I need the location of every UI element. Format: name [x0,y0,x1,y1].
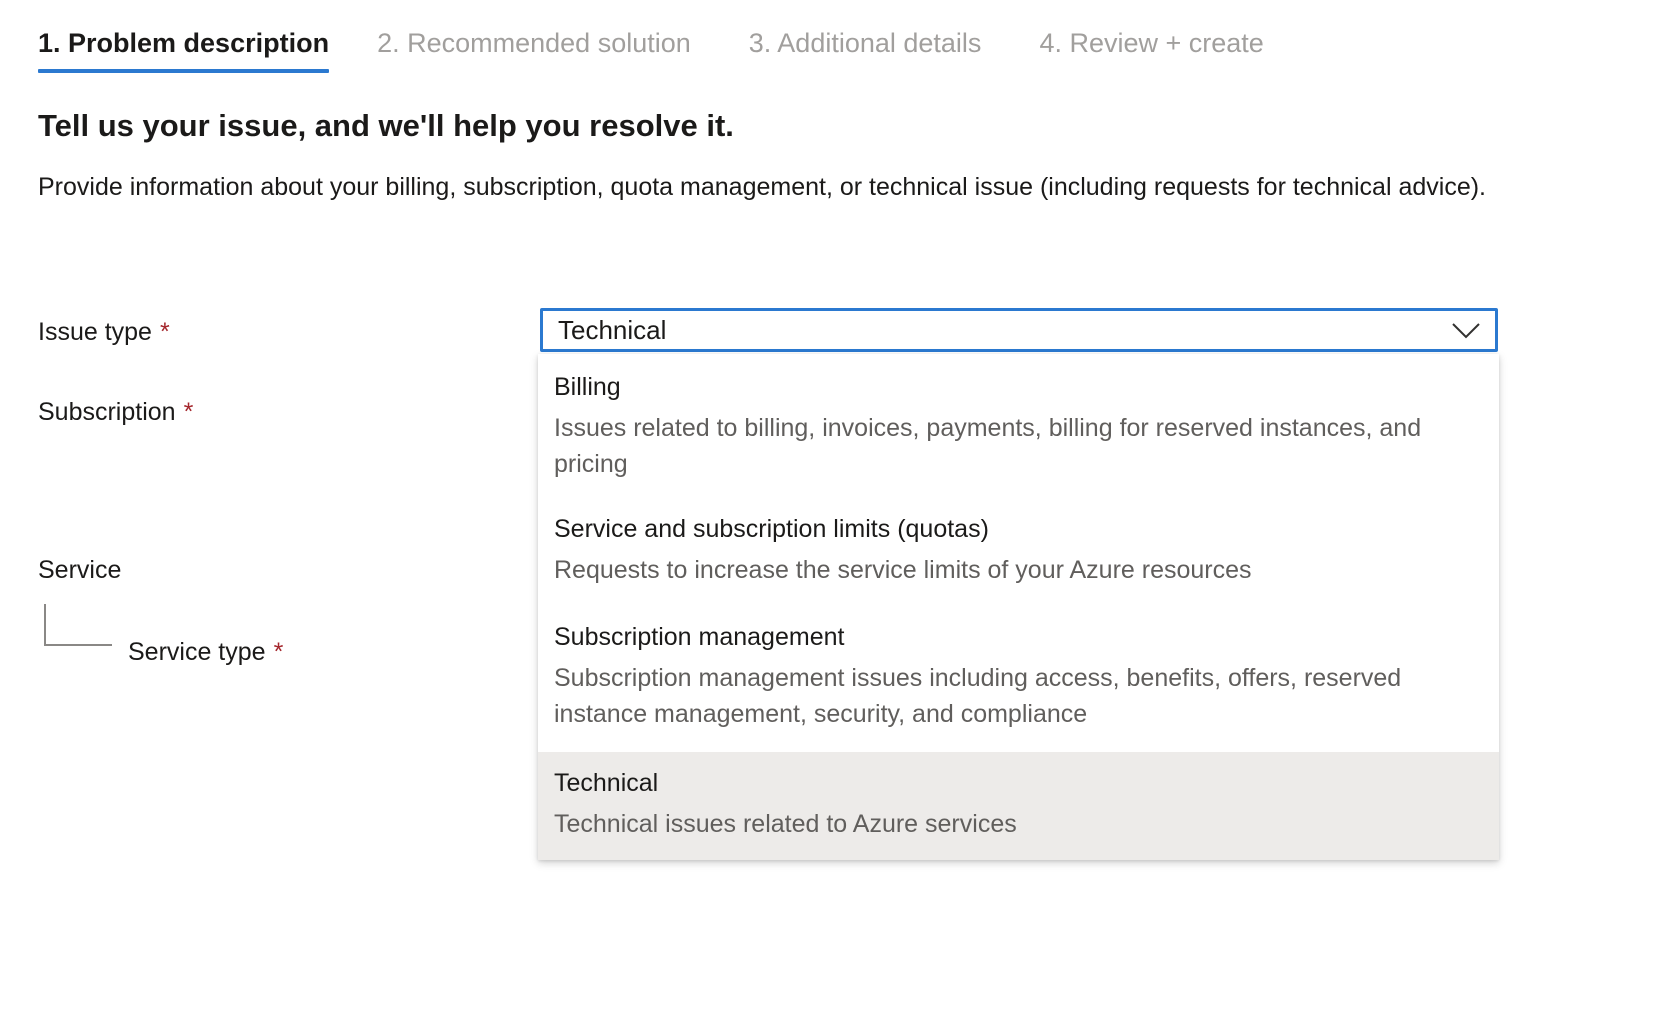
option-technical[interactable]: Technical Technical issues related to Az… [538,752,1499,860]
required-marker: * [159,318,170,346]
page-intro: Provide information about your billing, … [38,173,1486,201]
option-billing[interactable]: Billing Issues related to billing, invoi… [538,370,1499,512]
service-label-text: Service [38,556,122,584]
issue-type-label: Issue type * [38,318,170,347]
option-subscription-management[interactable]: Subscription management Subscription man… [538,620,1499,752]
tab-review-create[interactable]: 4. Review + create [1039,28,1263,73]
service-type-label-text: Service type [128,638,266,666]
option-description: Issues related to billing, invoices, pay… [554,414,1422,478]
service-type-label: Service type * [128,638,283,667]
tree-connector [44,604,112,646]
support-request-page: 1. Problem description 2. Recommended so… [0,0,1658,1026]
subscription-label-text: Subscription [38,398,176,426]
service-label: Service [38,556,121,585]
subscription-label: Subscription * [38,398,193,427]
tab-problem-description[interactable]: 1. Problem description [38,28,330,73]
required-marker: * [273,638,284,666]
tab-recommended-solution[interactable]: 2. Recommended solution [377,28,691,73]
option-title: Technical [554,769,659,797]
wizard-tabs: 1. Problem description 2. Recommended so… [38,28,1312,73]
option-title: Subscription management [554,623,845,651]
issue-type-listbox: Billing Issues related to billing, invoi… [538,354,1499,860]
option-title: Billing [554,373,621,401]
page-heading: Tell us your issue, and we'll help you r… [38,108,734,143]
option-title: Service and subscription limits (quotas) [554,515,989,543]
issue-type-label-text: Issue type [38,318,152,346]
option-description: Subscription management issues including… [554,664,1402,728]
option-quotas[interactable]: Service and subscription limits (quotas)… [538,512,1499,620]
option-description: Requests to increase the service limits … [554,556,1252,584]
tab-additional-details[interactable]: 3. Additional details [749,28,982,73]
chevron-down-icon[interactable] [1451,320,1481,340]
issue-type-select[interactable]: Technical [540,308,1498,352]
required-marker: * [183,398,194,426]
option-description: Technical issues related to Azure servic… [554,810,1017,838]
issue-type-selected-value: Technical [558,314,667,345]
